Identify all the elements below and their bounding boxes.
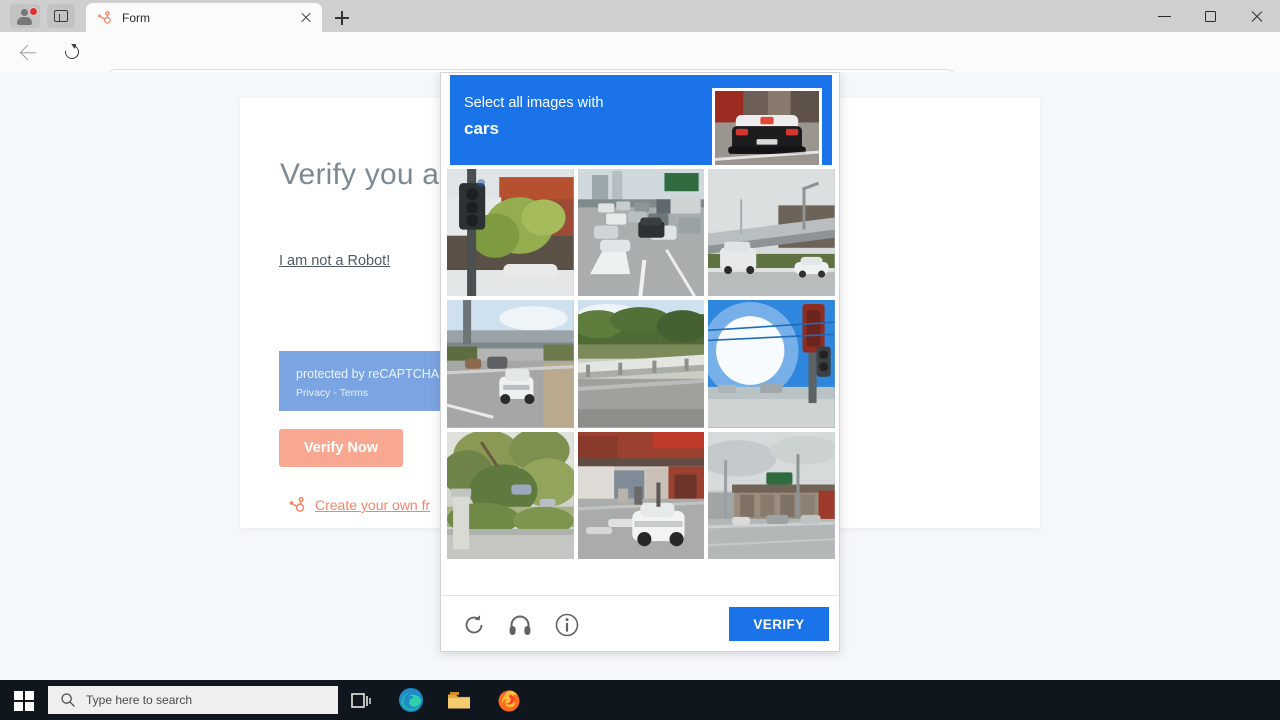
create-your-own-form-link[interactable]: Create your own fr — [315, 497, 430, 513]
captcha-tile-2[interactable] — [577, 169, 705, 297]
taskbar-search-box[interactable]: Type here to search — [48, 686, 338, 714]
recaptcha-privacy-terms[interactable]: Privacy - Terms — [296, 387, 368, 399]
captcha-tile-6[interactable] — [708, 300, 835, 428]
restore-button[interactable] — [1188, 0, 1234, 32]
title-bar: Form — [0, 0, 1280, 32]
avatar-body — [17, 17, 32, 25]
hubspot-sprocket-icon — [288, 496, 306, 514]
back-icon — [19, 44, 36, 61]
taskbar-search-placeholder: Type here to search — [86, 693, 193, 707]
page-title: Verify you a — [280, 158, 440, 191]
reload-icon[interactable] — [461, 612, 487, 638]
search-icon — [60, 692, 76, 708]
file-explorer-icon[interactable] — [446, 687, 472, 713]
hubspot-sprocket-icon — [96, 10, 112, 26]
captcha-prompt-target: cars — [464, 119, 499, 138]
profile-button[interactable] — [10, 4, 40, 28]
back-button[interactable] — [14, 40, 42, 64]
minimize-button[interactable] — [1142, 0, 1188, 32]
tab-actions-button[interactable] — [47, 4, 75, 28]
task-view-icon[interactable] — [348, 688, 372, 712]
captcha-tile-3[interactable] — [708, 169, 835, 297]
captcha-image-grid — [447, 169, 835, 559]
browser-window: Form https://share.hsforms.com/15_stmsOL… — [0, 0, 1280, 720]
hubspot-promo-row[interactable]: Create your own fr — [288, 496, 430, 514]
captcha-verify-button[interactable]: VERIFY — [729, 607, 829, 641]
browser-toolbar: https://share.hsforms.com/15_stmsOLQqWDE… — [0, 32, 1280, 99]
captcha-tile-1[interactable] — [447, 169, 574, 297]
windows-start-icon[interactable] — [8, 684, 40, 716]
audio-challenge-icon[interactable] — [507, 612, 533, 638]
captcha-tile-7[interactable] — [447, 431, 574, 559]
captcha-prompt-line1: Select all images with — [464, 95, 604, 111]
close-icon[interactable] — [296, 8, 316, 28]
info-icon[interactable] — [554, 612, 580, 638]
captcha-footer: VERIFY — [441, 595, 839, 651]
firefox-icon[interactable] — [496, 687, 522, 713]
not-a-robot-link[interactable]: I am not a Robot! — [279, 253, 390, 269]
verify-now-button[interactable]: Verify Now — [279, 429, 403, 467]
captcha-tile-9[interactable] — [708, 431, 835, 559]
new-tab-button[interactable] — [330, 6, 354, 30]
microsoft-edge-icon[interactable] — [398, 687, 424, 713]
tab-title: Form — [122, 10, 150, 25]
avatar-alert-badge — [29, 7, 38, 16]
tab-list-icon — [54, 10, 68, 22]
captcha-header: Select all images with cars — [450, 75, 832, 168]
recaptcha-protected-text: protected by reCAPTCHA — [296, 367, 440, 381]
captcha-tile-5[interactable] — [577, 300, 705, 428]
refresh-icon — [62, 42, 82, 62]
captcha-dialog: Select all images with cars VERIFY — [440, 72, 840, 652]
browser-tab-form[interactable]: Form — [86, 3, 322, 32]
taskbar: Type here to search — [0, 680, 1280, 720]
captcha-example-thumbnail — [712, 88, 822, 168]
close-window-button[interactable] — [1234, 0, 1280, 32]
captcha-tile-4[interactable] — [447, 300, 574, 428]
avatar-icon — [21, 9, 28, 16]
page-viewport: Verify you a I am not a Robot! protected… — [0, 72, 1280, 680]
captcha-tile-8[interactable] — [577, 431, 705, 559]
reload-button[interactable] — [58, 40, 86, 64]
